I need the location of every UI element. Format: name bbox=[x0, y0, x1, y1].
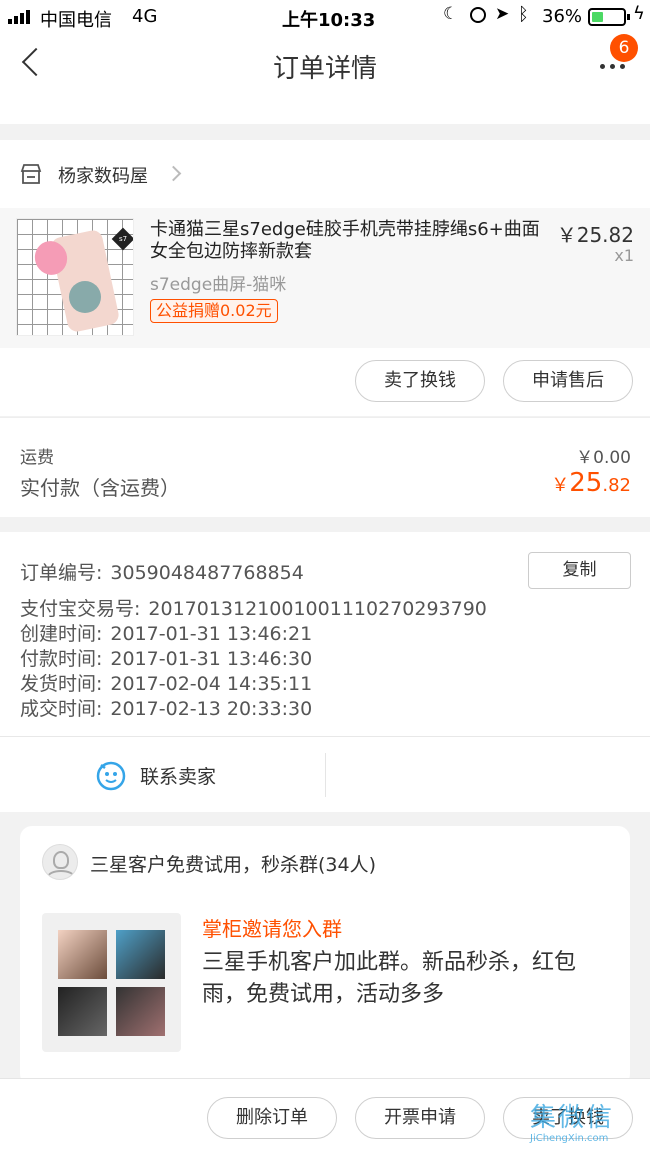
order-info-label: 付款时间: bbox=[20, 648, 103, 670]
member-avatar bbox=[58, 930, 107, 979]
chat-icon bbox=[96, 761, 126, 791]
order-info: 复制 订单编号: 3059048487768854 支付宝交易号: 201701312… bbox=[0, 532, 650, 736]
location-icon: ➤ bbox=[495, 4, 510, 24]
product-row[interactable]: s7 卡通猫三星s7edge硅胶手机壳带挂脖绳s6+曲面女全包边防摔新款套 s7… bbox=[0, 208, 650, 348]
product-thumbnail: s7 bbox=[16, 218, 134, 336]
previous-section bbox=[0, 100, 650, 124]
bluetooth-icon: ᛒ bbox=[518, 4, 529, 25]
charging-icon: ϟ bbox=[633, 3, 645, 24]
total-amount: ￥25.82 bbox=[551, 468, 631, 498]
group-invite-title: 掌柜邀请您入群 bbox=[202, 917, 342, 941]
order-info-row: 订单编号: 3059048487768854 bbox=[20, 558, 304, 585]
order-info-label: 创建时间: bbox=[20, 623, 103, 645]
shipping-label: 运费 bbox=[20, 448, 54, 468]
product-price: ￥25.82 bbox=[556, 223, 634, 247]
product-title: 卡通猫三星s7edge硅胶手机壳带挂脖绳s6+曲面女全包边防摔新款套 bbox=[150, 219, 540, 262]
notification-badge: 6 bbox=[610, 34, 638, 62]
member-avatar bbox=[58, 987, 107, 1036]
group-description: 三星手机客户加此群。新品秒杀，红包雨，免费试用，活动多多 bbox=[202, 950, 577, 1007]
total-label: 实付款（含运费） bbox=[20, 476, 180, 500]
invoice-request-button[interactable]: 开票申请 bbox=[355, 1097, 485, 1139]
charity-tag: 公益捐赠0.02元 bbox=[150, 299, 278, 323]
order-info-value: 2017-02-13 20:33:30 bbox=[110, 698, 313, 720]
member-avatar bbox=[116, 987, 165, 1036]
more-icon[interactable] bbox=[600, 64, 625, 69]
watermark-url: JiChengXin.com bbox=[530, 1133, 609, 1144]
order-info-row: 支付宝交易号: 2017013121001001110270293790 bbox=[20, 594, 487, 621]
status-bar: 中国电信 4G 上午10:33 ☾ ➤ ᛒ 36% ϟ bbox=[0, 0, 650, 34]
nav-bar: 订单详情 6 bbox=[0, 34, 650, 100]
order-info-row: 付款时间: 2017-01-31 13:46:30 bbox=[20, 644, 312, 671]
contact-seller-button[interactable]: 联系卖家 bbox=[0, 737, 325, 813]
order-info-row: 创建时间: 2017-01-31 13:46:21 bbox=[20, 619, 312, 646]
shop-icon bbox=[20, 164, 42, 184]
contact-row: 联系卖家 bbox=[0, 736, 650, 812]
order-info-row: 成交时间: 2017-02-13 20:33:30 bbox=[20, 694, 312, 721]
group-invite-card[interactable]: 三星客户免费试用，秒杀群(34人) 掌柜邀请您入群 三星手机客户加此群。新品秒杀… bbox=[20, 826, 630, 1086]
moon-icon: ☾ bbox=[443, 4, 459, 24]
battery-percent: 36% bbox=[542, 6, 583, 27]
shipping-value: ￥0.00 bbox=[576, 448, 631, 468]
shop-row[interactable]: 杨家数码屋 bbox=[0, 140, 650, 208]
product-spec: s7edge曲屏-猫咪 bbox=[150, 275, 287, 295]
order-info-value: 2017-01-31 13:46:30 bbox=[110, 648, 313, 670]
order-info-label: 发货时间: bbox=[20, 673, 103, 695]
order-info-value: 2017-01-31 13:46:21 bbox=[110, 623, 313, 645]
signal-icon bbox=[8, 10, 30, 24]
shop-name: 杨家数码屋 bbox=[58, 166, 148, 187]
product-quantity: x1 bbox=[614, 246, 634, 265]
contact-seller-label: 联系卖家 bbox=[140, 766, 217, 788]
watermark-text: 集微信 bbox=[530, 1103, 615, 1133]
battery-icon bbox=[588, 8, 626, 26]
copy-button[interactable]: 复制 bbox=[528, 552, 631, 589]
watermark-logo: 集微信 JiChengXin.com bbox=[530, 1103, 648, 1153]
member-avatar bbox=[116, 930, 165, 979]
delete-order-button[interactable]: 删除订单 bbox=[207, 1097, 337, 1139]
order-info-label: 成交时间: bbox=[20, 698, 103, 720]
order-info-value: 3059048487768854 bbox=[110, 562, 304, 584]
order-info-value: 2017-02-04 14:35:11 bbox=[110, 673, 313, 695]
sell-for-cash-button[interactable]: 卖了换钱 bbox=[355, 360, 485, 402]
group-members-grid bbox=[42, 913, 181, 1052]
order-info-row: 发货时间: 2017-02-04 14:35:11 bbox=[20, 669, 312, 696]
rotation-lock-icon bbox=[470, 7, 486, 23]
chevron-right-icon bbox=[165, 165, 182, 182]
group-avatar bbox=[42, 844, 78, 880]
apply-after-sale-button[interactable]: 申请售后 bbox=[503, 360, 633, 402]
divider bbox=[325, 753, 326, 797]
order-info-label: 订单编号: bbox=[20, 562, 103, 584]
page-title: 订单详情 bbox=[272, 54, 377, 84]
network-label: 4G bbox=[132, 6, 158, 27]
group-name: 三星客户免费试用，秒杀群(34人) bbox=[90, 854, 377, 876]
order-info-label: 支付宝交易号: bbox=[20, 598, 141, 620]
order-info-value: 2017013121001001110270293790 bbox=[148, 598, 487, 620]
carrier-label: 中国电信 bbox=[40, 10, 112, 31]
clock: 上午10:33 bbox=[282, 10, 376, 31]
payment-summary: 运费 ￥0.00 实付款（含运费） ￥25.82 bbox=[0, 417, 650, 517]
order-item-card: 杨家数码屋 s7 卡通猫三星s7edge硅胶手机壳带挂脖绳s6+曲面女全包边防摔… bbox=[0, 140, 650, 416]
